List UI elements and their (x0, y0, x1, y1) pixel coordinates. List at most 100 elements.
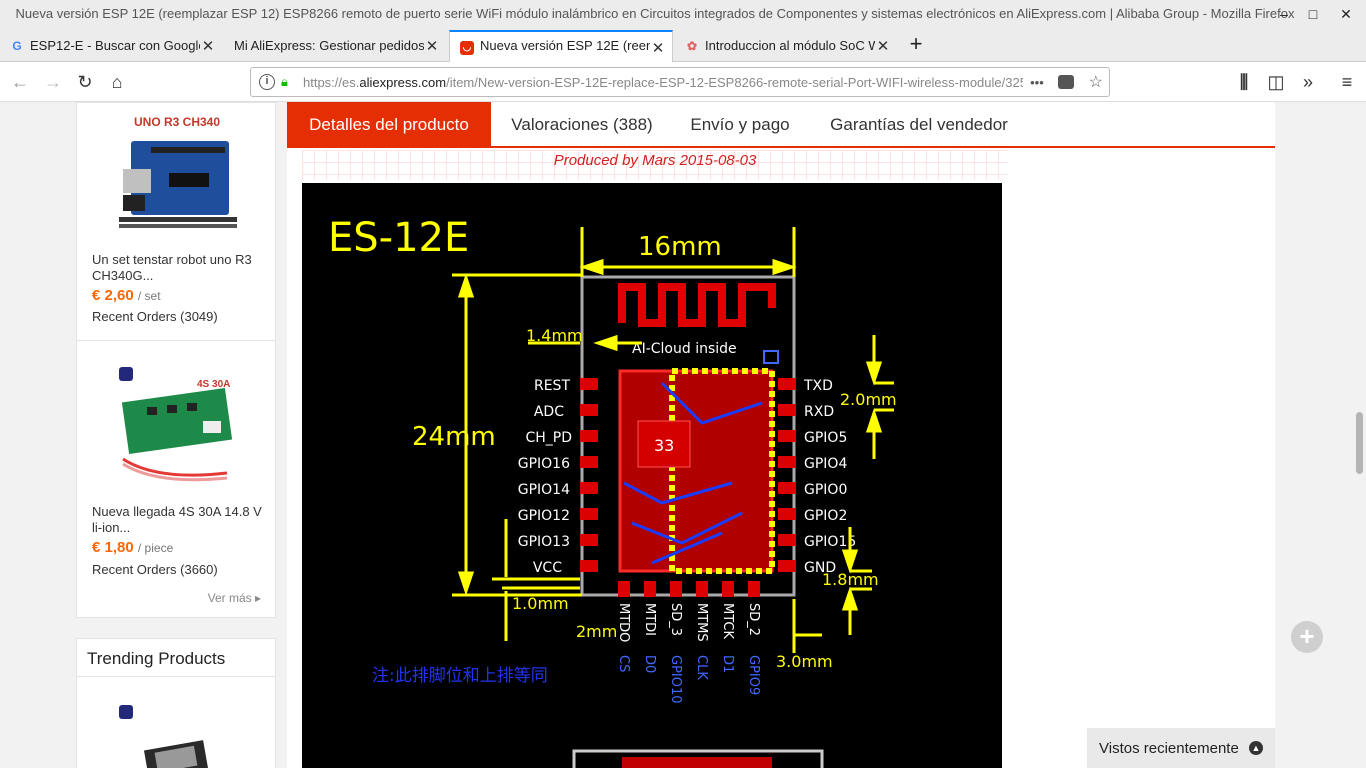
close-tab-icon[interactable]: ✕ (424, 37, 440, 55)
url-bar[interactable]: i 🔒︎ https://es.aliexpress.com/item/New-… (250, 67, 1110, 97)
pin-label-right: GPIO4 (804, 456, 847, 472)
dimension-label: 16mm (638, 232, 722, 262)
product-image[interactable]: 4S 30A (117, 365, 237, 485)
pin-label-bottom-alt: D1 (720, 655, 735, 673)
close-tab-icon[interactable]: ✕ (875, 37, 891, 55)
pin-label-left: GPIO14 (518, 482, 570, 498)
dimension-label: 1.8mm (822, 570, 879, 589)
price-unit: / piece (137, 541, 174, 555)
tab-valoraciones[interactable]: Valoraciones (388) (491, 102, 673, 146)
page-actions-icon[interactable]: ••• (1030, 75, 1044, 90)
pin-label-bottom-alt: CLK (694, 655, 709, 680)
product-price: € 2,60 / set (92, 287, 161, 304)
pin-label-bottom-alt: D0 (642, 655, 657, 673)
window-titlebar: Nueva versión ESP 12E (reemplazar ESP 12… (0, 0, 1366, 28)
dimension-label: 1.4mm (526, 326, 583, 345)
tab-garantias-del-vendedor[interactable]: Garantías del vendedor (807, 102, 1031, 146)
home-icon[interactable]: ⌂ (105, 70, 129, 94)
pcb-body (618, 369, 774, 573)
menu-icon[interactable]: ≡ (1335, 70, 1359, 94)
pin-label-bottom-alt: GPIO10 (668, 655, 683, 704)
pin-label-left: VCC (533, 560, 562, 576)
arduino-board-graphic (119, 141, 237, 228)
tab-strip: G ESP12-E - Buscar con Google ✕ Mi AliEx… (0, 28, 1366, 63)
divider (77, 340, 275, 341)
tab-mi-aliexpress[interactable]: Mi AliExpress: Gestionar pedidos ✕ (222, 30, 446, 62)
ver-mas-link[interactable]: Ver más ▸ (208, 591, 261, 605)
led-outline (763, 350, 779, 364)
pin-label-bottom: MTDI (642, 603, 657, 636)
scrollbar-thumb[interactable] (1356, 412, 1363, 474)
lock-icon: 🔒︎ (281, 74, 288, 89)
pin-label-bottom: MTDO (616, 603, 631, 642)
tab-label: Mi AliExpress: Gestionar pedidos (234, 38, 425, 53)
pin-label-bottom-alt: GPIO9 (746, 655, 761, 695)
chip-label: 33 (654, 436, 674, 455)
url-actions: ••• ☆ (1030, 72, 1103, 92)
forward-icon[interactable]: → (41, 70, 65, 94)
dimension-label: 2mm (576, 622, 617, 641)
info-icon[interactable]: i (259, 74, 275, 90)
tab-aliexpress-product[interactable]: ◡ Nueva versión ESP 12E (reem ✕ (449, 30, 673, 63)
tab-detalles-del-producto[interactable]: Detalles del producto (287, 102, 491, 146)
close-window-button[interactable]: ✕ (1336, 4, 1356, 24)
pin-label-left: CH_PD (525, 430, 572, 446)
pin-label-bottom: MTCK (720, 603, 735, 639)
back-icon[interactable]: ← (8, 70, 32, 94)
product-name[interactable]: Un set tenstar robot uno R3 CH340G... (92, 252, 264, 284)
chevron-up-icon[interactable]: ▲ (1249, 741, 1263, 755)
pin-label-left: GPIO13 (518, 534, 570, 550)
tab-label: Introduccion al módulo SoC W (705, 38, 881, 53)
blog-icon: ✿ (686, 39, 698, 53)
reload-icon[interactable]: ↻ (73, 70, 97, 94)
close-tab-icon[interactable]: ✕ (200, 37, 216, 55)
tab-label: ESP12-E - Buscar con Google (30, 38, 206, 53)
pin-label-right: GPIO5 (804, 430, 847, 446)
tab-label: Nueva versión ESP 12E (reem (480, 38, 657, 53)
overflow-chevron-icon[interactable]: » (1296, 70, 1320, 94)
price-unit: / set (137, 289, 161, 303)
diagram-note: 注:此排脚位和上排等同 (372, 666, 548, 686)
pin-label-left: ADC (534, 404, 564, 420)
product-image[interactable]: UNO R3 CH340 (117, 111, 237, 231)
product-description-panel: Detalles del producto Valoraciones (388)… (287, 102, 1275, 768)
recently-viewed-bar[interactable]: Vistos recientemente ▲ (1087, 728, 1275, 768)
antenna-label: AI-Cloud inside (632, 341, 737, 357)
tab-google-search[interactable]: G ESP12-E - Buscar con Google ✕ (0, 30, 222, 62)
brand-badge-icon (119, 705, 133, 719)
esp-module-graphic (143, 740, 211, 768)
pocket-icon[interactable] (1058, 75, 1075, 89)
product-orders: Recent Orders (3049) (92, 309, 218, 324)
floating-plus-button[interactable]: + (1291, 621, 1323, 653)
window-title: Nueva versión ESP 12E (reemplazar ESP 12… (15, 6, 1295, 21)
url-text[interactable]: https://es.aliexpress.com/item/New-versi… (303, 75, 1023, 90)
recently-viewed-label: Vistos recientemente (1099, 740, 1239, 757)
pin-label-bottom: SD_3 (668, 603, 683, 636)
esp12e-pinout-diagram: ES-12E AI-Cloud inside 33 REST ADC CH_PD… (302, 183, 1002, 768)
pin-label-bottom: MTMS (694, 603, 709, 642)
close-tab-icon[interactable]: ✕ (650, 39, 666, 57)
minimize-button[interactable]: – (1274, 4, 1294, 24)
page-scrollbar[interactable] (1352, 102, 1366, 768)
tab-envio-y-pago[interactable]: Envío y pago (673, 102, 807, 146)
library-icon[interactable]: ⫼ (1232, 70, 1256, 94)
bookmark-star-icon[interactable]: ☆ (1089, 74, 1103, 91)
pin-label-right: TXD (803, 378, 833, 394)
aliexpress-icon: ◡ (460, 41, 474, 55)
maximize-button[interactable]: □ (1303, 4, 1323, 24)
dimension-label: 3.0mm (776, 652, 833, 671)
product-tabs: Detalles del producto Valoraciones (388)… (287, 102, 1275, 148)
product-name[interactable]: Nueva llegada 4S 30A 14.8 V li-ion... (92, 504, 264, 536)
dimension-label: 1.0mm (512, 594, 569, 613)
trending-products: Trending Products (76, 638, 276, 768)
produced-by-caption: Produced by Mars 2015-08-03 (302, 150, 1008, 180)
sidebar-toggle-icon[interactable]: ◫ (1264, 70, 1288, 94)
dimension-label: 24mm (412, 422, 496, 452)
tab-introduccion-modulo[interactable]: ✿ Introduccion al módulo SoC W ✕ (675, 30, 897, 62)
product-image-label: UNO R3 CH340 (133, 115, 221, 129)
pcb-body-next (622, 757, 772, 768)
new-tab-button[interactable]: + (904, 31, 928, 57)
google-icon: G (12, 39, 22, 53)
product-image[interactable] (117, 701, 237, 768)
product-orders: Recent Orders (3660) (92, 562, 218, 577)
